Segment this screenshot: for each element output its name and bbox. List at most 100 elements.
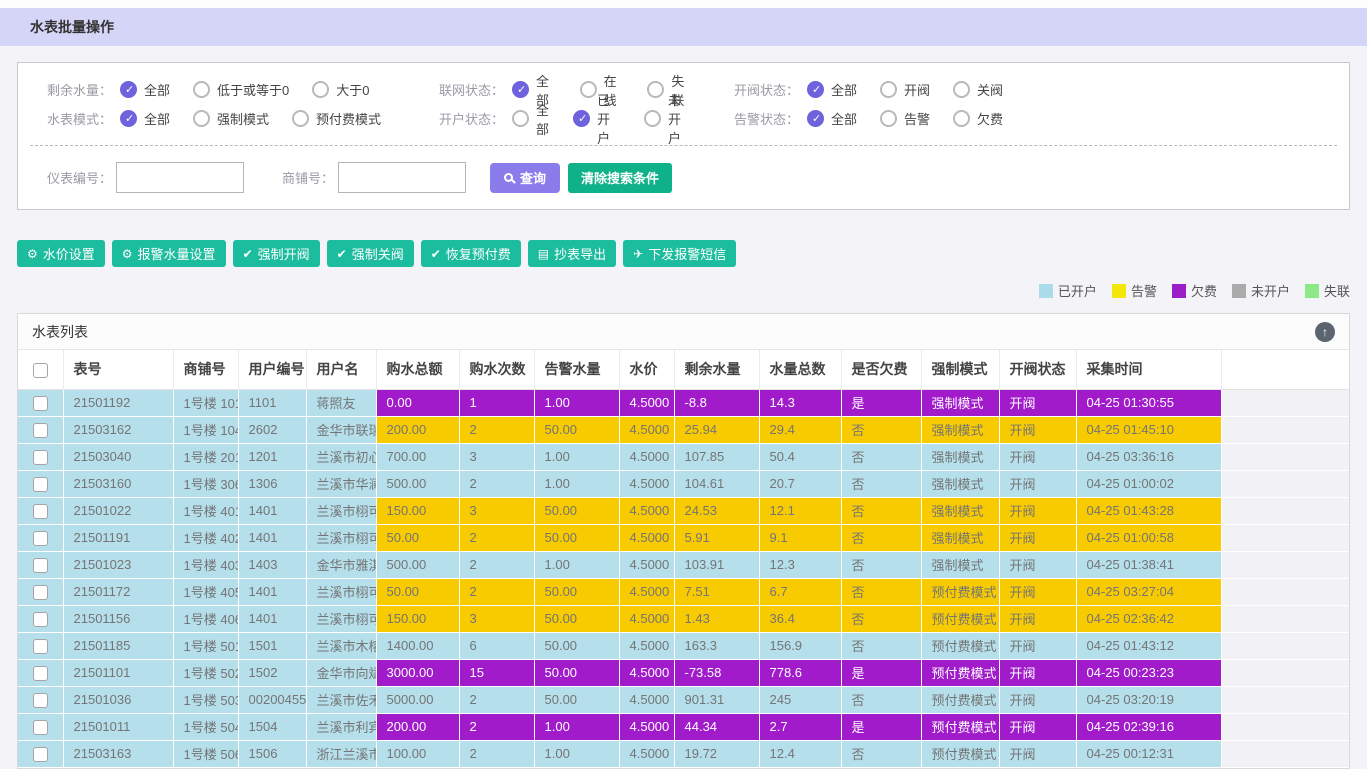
cell-empty <box>1221 713 1349 740</box>
radio-option-开阀[interactable]: 开阀 <box>880 80 930 99</box>
cell-purchase-count: 15 <box>459 659 534 686</box>
radio-unchecked-icon <box>292 110 309 127</box>
row-checkbox[interactable] <box>33 639 48 654</box>
meter-no-input[interactable] <box>116 162 244 193</box>
radio-option-欠费[interactable]: 欠费 <box>953 109 1003 128</box>
row-checkbox-cell <box>18 524 63 551</box>
row-checkbox[interactable] <box>33 531 48 546</box>
cell-empty <box>1221 632 1349 659</box>
legend-item: 告警 <box>1112 281 1157 300</box>
cell-price: 4.5000 <box>619 443 674 470</box>
radio-option-全部[interactable]: 全部 <box>807 80 857 99</box>
cell-alarm-volume: 1.00 <box>534 713 619 740</box>
radio-option-全部[interactable]: 全部 <box>120 80 170 99</box>
cell-meter-no: 21503160 <box>63 470 173 497</box>
cell-arrears: 否 <box>841 605 921 632</box>
cell-total-volume: 6.7 <box>759 578 841 605</box>
cell-price: 4.5000 <box>619 416 674 443</box>
select-all-checkbox[interactable] <box>33 363 48 378</box>
cell-collect-time: 04-25 02:39:16 <box>1076 713 1221 740</box>
row-checkbox[interactable] <box>33 693 48 708</box>
scroll-top-button[interactable]: ↑ <box>1315 322 1335 342</box>
radio-option-低于或等于0[interactable]: 低于或等于0 <box>193 80 289 99</box>
shop-no-input[interactable] <box>338 162 466 193</box>
cell-empty <box>1221 605 1349 632</box>
row-checkbox[interactable] <box>33 666 48 681</box>
row-checkbox-cell <box>18 605 63 632</box>
cell-price: 4.5000 <box>619 713 674 740</box>
cell-total-volume: 245 <box>759 686 841 713</box>
cell-purchase-total: 0.00 <box>376 389 459 416</box>
row-checkbox[interactable] <box>33 558 48 573</box>
radio-option-预付费模式[interactable]: 预付费模式 <box>292 109 381 128</box>
cell-arrears: 否 <box>841 578 921 605</box>
row-checkbox[interactable] <box>33 396 48 411</box>
row-checkbox[interactable] <box>33 585 48 600</box>
cell-purchase-total: 5000.00 <box>376 686 459 713</box>
radio-option-label: 已开户 <box>597 90 621 147</box>
radio-option-关阀[interactable]: 关阀 <box>953 80 1003 99</box>
restore-prepaid-button[interactable]: ✔恢复预付费 <box>421 240 521 267</box>
row-checkbox-cell <box>18 740 63 767</box>
toolbar-button-label: 报警水量设置 <box>138 244 216 263</box>
radio-option-全部[interactable]: 全部 <box>512 100 550 138</box>
query-button[interactable]: 查询 <box>490 163 560 193</box>
radio-option-告警[interactable]: 告警 <box>880 109 930 128</box>
legend-label: 告警 <box>1131 281 1157 300</box>
legend-swatch <box>1172 284 1186 298</box>
column-header-purchase-count: 购水次数 <box>459 350 534 389</box>
radio-option-强制模式[interactable]: 强制模式 <box>193 109 269 128</box>
radio-option-label: 全部 <box>144 109 170 128</box>
cell-remaining-volume: -8.8 <box>674 389 759 416</box>
cell-price: 4.5000 <box>619 659 674 686</box>
cell-mode: 预付费模式 <box>921 605 999 632</box>
row-checkbox[interactable] <box>33 423 48 438</box>
send-alarm-sms-button[interactable]: ✈下发报警短信 <box>623 240 736 267</box>
row-checkbox[interactable] <box>33 450 48 465</box>
cell-meter-no: 21501023 <box>63 551 173 578</box>
cell-remaining-volume: 44.34 <box>674 713 759 740</box>
cell-user-name: 兰溪市栩可锁 <box>306 524 376 551</box>
batch-toolbar: ⚙水价设置 ⚙报警水量设置 ✔强制开阀 ✔强制关阀 ✔恢复预付费 ▤抄表导出 ✈下发报警短信 <box>17 240 1350 267</box>
doc-icon: ▤ <box>538 247 549 261</box>
cell-purchase-count: 2 <box>459 524 534 551</box>
row-checkbox[interactable] <box>33 612 48 627</box>
cell-user-name: 兰溪市栩可锁 <box>306 605 376 632</box>
cell-user-no: 2602 <box>238 416 306 443</box>
force-open-valve-button[interactable]: ✔强制开阀 <box>233 240 320 267</box>
radio-option-未开户[interactable]: 未开户 <box>644 90 692 147</box>
cell-user-name: 兰溪市栩可锁 <box>306 578 376 605</box>
table-row: 215031621号楼 1042602金华市联瑞工200.00250.004.5… <box>18 416 1349 443</box>
row-checkbox[interactable] <box>33 747 48 762</box>
radio-option-已开户[interactable]: 已开户 <box>573 90 621 147</box>
cell-purchase-count: 3 <box>459 443 534 470</box>
row-checkbox[interactable] <box>33 504 48 519</box>
cell-alarm-volume: 50.00 <box>534 578 619 605</box>
cell-collect-time: 04-25 01:30:55 <box>1076 389 1221 416</box>
cell-valve-status: 开阀 <box>999 497 1076 524</box>
cell-alarm-volume: 50.00 <box>534 659 619 686</box>
radio-option-全部[interactable]: 全部 <box>120 109 170 128</box>
cell-purchase-total: 3000.00 <box>376 659 459 686</box>
cell-purchase-count: 3 <box>459 605 534 632</box>
row-checkbox[interactable] <box>33 477 48 492</box>
cell-alarm-volume: 1.00 <box>534 551 619 578</box>
cell-price: 4.5000 <box>619 686 674 713</box>
meter-export-button[interactable]: ▤抄表导出 <box>528 240 616 267</box>
radio-option-大于0[interactable]: 大于0 <box>312 80 369 99</box>
cell-purchase-total: 200.00 <box>376 713 459 740</box>
radio-option-全部[interactable]: 全部 <box>807 109 857 128</box>
cell-mode: 预付费模式 <box>921 632 999 659</box>
toolbar-button-label: 恢复预付费 <box>446 244 511 263</box>
cell-valve-status: 开阀 <box>999 389 1076 416</box>
cell-valve-status: 开阀 <box>999 632 1076 659</box>
cell-valve-status: 开阀 <box>999 659 1076 686</box>
water-price-settings-button[interactable]: ⚙水价设置 <box>17 240 105 267</box>
clear-search-button[interactable]: 清除搜索条件 <box>568 163 672 193</box>
select-all-header-cell <box>18 350 63 389</box>
alarm-volume-settings-button[interactable]: ⚙报警水量设置 <box>112 240 226 267</box>
row-checkbox[interactable] <box>33 720 48 735</box>
radio-option-label: 欠费 <box>977 109 1003 128</box>
force-close-valve-button[interactable]: ✔强制关阀 <box>327 240 414 267</box>
cell-purchase-count: 2 <box>459 686 534 713</box>
